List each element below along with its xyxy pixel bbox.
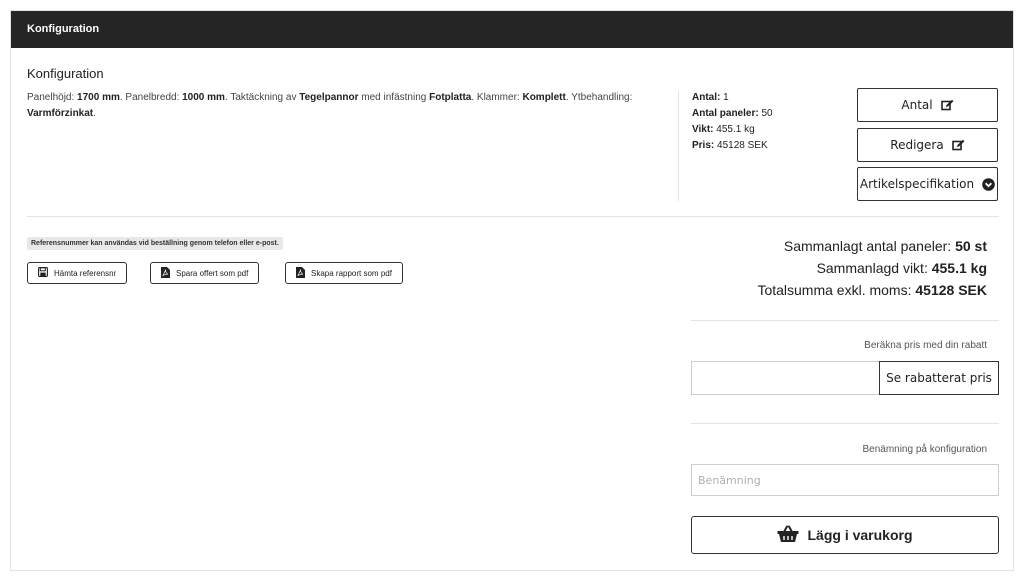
artikelspecifikation-button-label: Artikelspecifikation (859, 177, 975, 191)
stat-pris: Pris: 45128 SEK (692, 140, 768, 151)
spara-offert-pdf-button[interactable]: Spara offert som pdf (150, 262, 260, 284)
shopping-basket-icon (777, 525, 799, 546)
panel-header: Konfiguration (11, 11, 1013, 48)
hamta-referensnr-button[interactable]: Hämta referensnr (27, 262, 128, 284)
total-summa: Totalsumma exkl. moms: 45128 SEK (757, 282, 987, 298)
stat-paneler: Antal paneler: 50 (692, 108, 773, 119)
reference-note: Referensnummer kan användas vid beställn… (27, 237, 283, 250)
divider (691, 423, 999, 424)
configuration-stats: Antal: 1 Antal paneler: 50 Vikt: 455.1 k… (692, 90, 773, 154)
skapa-rapport-pdf-button[interactable]: Skapa rapport som pdf (285, 262, 403, 284)
redigera-button[interactable]: Redigera (857, 128, 998, 162)
chevron-down-circle-icon (982, 177, 995, 191)
lagg-i-varukorg-button[interactable]: Lägg i varukorg (691, 516, 999, 554)
stat-vikt: Vikt: 455.1 kg (692, 124, 755, 135)
edit-icon (940, 99, 954, 111)
total-paneler: Sammanlagt antal paneler: 50 st (783, 238, 987, 254)
se-rabatterat-pris-button[interactable]: Se rabatterat pris (879, 361, 999, 395)
benamning-input[interactable] (691, 464, 999, 496)
section-divider (27, 216, 999, 217)
edit-icon (951, 139, 965, 151)
naming-label: Benämning på konfiguration (862, 444, 987, 455)
vertical-divider (678, 91, 679, 201)
antal-button-label: Antal (901, 98, 933, 112)
artikelspecifikation-button[interactable]: Artikelspecifikation (857, 167, 998, 201)
pdf-file-icon (296, 266, 305, 280)
totals-summary: Sammanlagt antal paneler: 50 st Sammanla… (757, 235, 987, 301)
hamta-referensnr-label: Hämta referensnr (54, 268, 117, 278)
configuration-title: Konfiguration (27, 66, 104, 81)
pdf-file-icon (161, 266, 170, 280)
skapa-rapport-pdf-label: Skapa rapport som pdf (311, 268, 392, 278)
spara-offert-pdf-label: Spara offert som pdf (176, 268, 249, 278)
discount-input[interactable] (691, 361, 880, 395)
configuration-description: Panelhöjd: 1700 mm. Panelbredd: 1000 mm.… (27, 92, 633, 119)
stat-antal: Antal: 1 (692, 92, 729, 103)
total-vikt: Sammanlagd vikt: 455.1 kg (816, 260, 987, 276)
lagg-i-varukorg-label: Lägg i varukorg (807, 527, 913, 543)
redigera-button-label: Redigera (890, 138, 944, 152)
divider (691, 320, 999, 321)
antal-button[interactable]: Antal (857, 88, 998, 122)
discount-label: Beräkna pris med din rabatt (864, 340, 987, 351)
save-icon (38, 267, 48, 279)
configuration-panel: Konfiguration Konfiguration Panelhöjd: 1… (10, 10, 1014, 571)
